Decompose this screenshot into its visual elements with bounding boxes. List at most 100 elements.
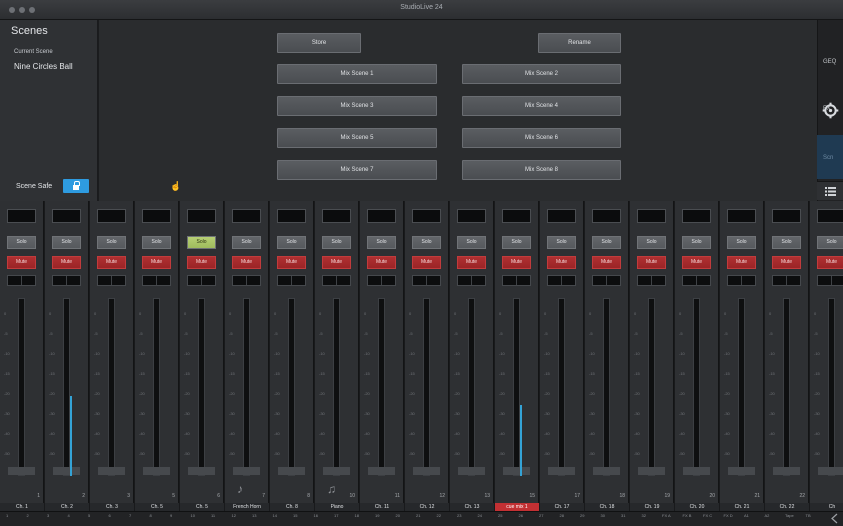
fader-track[interactable] [603, 298, 610, 476]
solo-button[interactable]: Solo [322, 236, 351, 249]
fader-track[interactable] [513, 298, 520, 476]
mix-scene-5-button[interactable]: Mix Scene 5 [277, 128, 437, 148]
solo-button[interactable]: Solo [457, 236, 486, 249]
bank-number[interactable]: 2 [27, 513, 29, 518]
mute-button[interactable]: Mute [637, 256, 666, 269]
fader-track[interactable] [243, 298, 250, 476]
fader-cap[interactable] [458, 467, 485, 475]
fader-cap[interactable] [323, 467, 350, 475]
fader-cap[interactable] [98, 467, 125, 475]
mute-button[interactable]: Mute [817, 256, 843, 269]
list-view-button[interactable] [817, 181, 843, 200]
mute-button[interactable]: Mute [277, 256, 306, 269]
store-button[interactable]: Store [277, 33, 361, 53]
bank-number[interactable]: 28 [560, 513, 564, 518]
fader-cap[interactable] [53, 467, 80, 475]
bank-number[interactable]: 24 [478, 513, 482, 518]
bank-number[interactable]: 15 [293, 513, 297, 518]
bank-number[interactable]: 30 [601, 513, 605, 518]
bank-number[interactable]: 7 [129, 513, 131, 518]
rename-button[interactable]: Rename [538, 33, 621, 53]
fader-track[interactable] [108, 298, 115, 476]
fader-cap[interactable] [773, 467, 800, 475]
bank-number[interactable]: 3 [47, 513, 49, 518]
bank-number[interactable]: 20 [396, 513, 400, 518]
bank-number[interactable]: 17 [334, 513, 338, 518]
fader-cap[interactable] [593, 467, 620, 475]
solo-button[interactable]: Solo [232, 236, 261, 249]
channel-bank-selector[interactable] [0, 511, 843, 526]
fader-track[interactable] [738, 298, 745, 476]
mute-button[interactable]: Mute [142, 256, 171, 269]
fader-track[interactable] [153, 298, 160, 476]
solo-button[interactable]: Solo [727, 236, 756, 249]
fader-cap[interactable] [548, 467, 575, 475]
fader-track[interactable] [378, 298, 385, 476]
fader-cap[interactable] [638, 467, 665, 475]
fader-track[interactable] [423, 298, 430, 476]
fader-track[interactable] [693, 298, 700, 476]
mute-button[interactable]: Mute [727, 256, 756, 269]
solo-button[interactable]: Solo [502, 236, 531, 249]
mute-button[interactable]: Mute [772, 256, 801, 269]
bank-number[interactable]: 5 [88, 513, 90, 518]
mix-scene-1-button[interactable]: Mix Scene 1 [277, 64, 437, 84]
bank-number[interactable]: 12 [232, 513, 236, 518]
bank-number[interactable]: 29 [580, 513, 584, 518]
mute-button[interactable]: Mute [322, 256, 351, 269]
bank-number[interactable]: 9 [170, 513, 172, 518]
bank-number[interactable]: FX D [724, 513, 733, 518]
mix-scene-2-button[interactable]: Mix Scene 2 [462, 64, 621, 84]
solo-button[interactable]: Solo [772, 236, 801, 249]
bank-number[interactable]: 8 [150, 513, 152, 518]
mute-button[interactable]: Mute [187, 256, 216, 269]
solo-button[interactable]: Solo [142, 236, 171, 249]
bank-number[interactable]: 27 [539, 513, 543, 518]
solo-button[interactable]: Solo [97, 236, 126, 249]
rail-fx[interactable]: FX [817, 106, 843, 112]
solo-button[interactable]: Solo [682, 236, 711, 249]
fader-cap[interactable] [818, 467, 843, 475]
solo-button[interactable]: Solo [412, 236, 441, 249]
fader-track[interactable] [828, 298, 835, 476]
bank-number[interactable]: 26 [519, 513, 523, 518]
fader-cap[interactable] [278, 467, 305, 475]
solo-button[interactable]: Solo [547, 236, 576, 249]
bank-number[interactable]: 23 [457, 513, 461, 518]
bank-number[interactable]: 19 [375, 513, 379, 518]
bank-number[interactable]: 21 [416, 513, 420, 518]
mute-button[interactable]: Mute [682, 256, 711, 269]
rail-scn[interactable]: Scn [817, 155, 843, 161]
mute-button[interactable]: Mute [547, 256, 576, 269]
bank-number[interactable]: 32 [642, 513, 646, 518]
bank-number[interactable]: 10 [191, 513, 195, 518]
fader-track[interactable] [333, 298, 340, 476]
bank-number[interactable]: FX C [703, 513, 712, 518]
mix-scene-4-button[interactable]: Mix Scene 4 [462, 96, 621, 116]
bank-number[interactable]: Tape [785, 513, 794, 518]
bank-number[interactable]: 11 [211, 513, 215, 518]
fader-track[interactable] [648, 298, 655, 476]
bank-number[interactable]: 16 [314, 513, 318, 518]
fader-cap[interactable] [368, 467, 395, 475]
solo-button[interactable]: Solo [592, 236, 621, 249]
fader-cap[interactable] [188, 467, 215, 475]
solo-button[interactable]: Solo [277, 236, 306, 249]
fader-cap[interactable] [8, 467, 35, 475]
bank-number[interactable]: 1 [6, 513, 8, 518]
bank-number[interactable]: 6 [109, 513, 111, 518]
fader-cap[interactable] [503, 467, 530, 475]
fader-track[interactable] [783, 298, 790, 476]
bank-number[interactable]: 14 [273, 513, 277, 518]
mute-button[interactable]: Mute [367, 256, 396, 269]
mix-scene-8-button[interactable]: Mix Scene 8 [462, 160, 621, 180]
bank-number[interactable]: A1 [744, 513, 749, 518]
fader-track[interactable] [288, 298, 295, 476]
solo-button[interactable]: Solo [187, 236, 216, 249]
mute-button[interactable]: Mute [52, 256, 81, 269]
solo-button[interactable]: Solo [367, 236, 396, 249]
bank-number[interactable]: 18 [355, 513, 359, 518]
mute-button[interactable]: Mute [412, 256, 441, 269]
mute-button[interactable]: Mute [457, 256, 486, 269]
bank-number[interactable]: FX B [683, 513, 692, 518]
